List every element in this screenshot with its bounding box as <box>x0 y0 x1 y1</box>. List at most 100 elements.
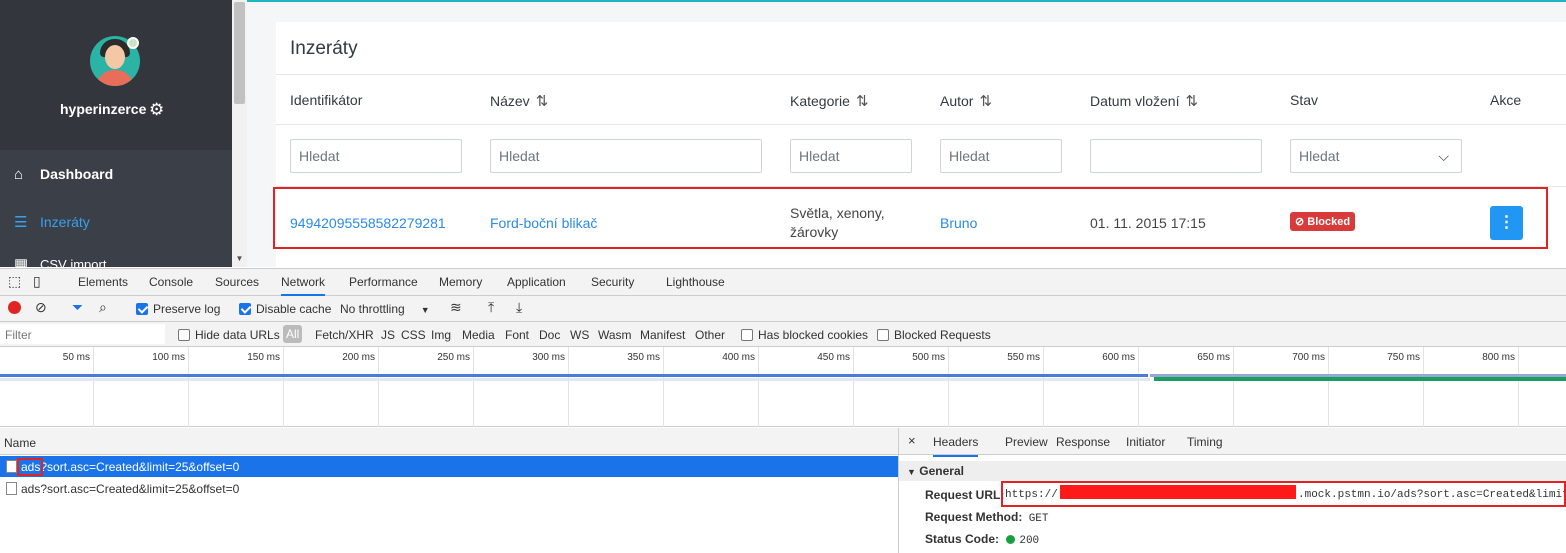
filter-media[interactable]: Media <box>462 328 495 342</box>
close-icon[interactable]: × <box>908 433 916 448</box>
import-har-icon[interactable]: ⤒ <box>488 299 494 316</box>
sort-icon[interactable]: ⇅ <box>1185 93 1198 110</box>
request-name-rest: ?sort.asc=Created&limit=25&offset=0 <box>40 482 240 496</box>
filter-fetch-xhr[interactable]: Fetch/XHR <box>315 328 374 342</box>
requests-name-header[interactable]: Name <box>0 428 898 455</box>
export-har-icon[interactable]: ⤓ <box>516 299 522 316</box>
filter-font[interactable]: Font <box>505 328 529 342</box>
filter-nazev-input[interactable]: Hledat <box>490 139 762 173</box>
general-section-header[interactable]: ▼ General <box>899 461 1566 481</box>
tab-timing[interactable]: Timing <box>1187 435 1223 449</box>
filter-kategorie-input[interactable]: Hledat <box>790 139 912 173</box>
timeline-tick: 750 ms <box>1387 352 1420 363</box>
sort-icon[interactable]: ⇅ <box>979 93 992 110</box>
filter-stav-select[interactable]: Hledat ⌵ <box>1290 139 1462 173</box>
column-header-identifikator: Identifikátor <box>290 92 362 108</box>
tab-memory[interactable]: Memory <box>439 275 482 289</box>
filter-icon[interactable]: ⏷ <box>72 299 83 316</box>
preserve-log-checkbox[interactable]: Preserve log <box>136 302 220 316</box>
sidebar-item-inzeraty[interactable]: ☰ Inzeráty <box>0 202 232 242</box>
sort-icon[interactable]: ⇅ <box>856 93 869 110</box>
column-label: Datum vložení <box>1090 93 1180 109</box>
column-header-datum[interactable]: Datum vložení ⇅ <box>1090 92 1198 110</box>
table-icon: ▦ <box>14 256 29 267</box>
sort-icon[interactable]: ⇅ <box>536 93 549 110</box>
ad-name-link[interactable]: Ford-boční blikač <box>490 215 597 231</box>
timeline-gridline <box>853 347 854 427</box>
device-toolbar-icon[interactable]: ▯ <box>33 273 41 290</box>
checkbox-label: Blocked Requests <box>894 328 991 342</box>
timeline-gridline <box>758 347 759 427</box>
column-header-kategorie[interactable]: Kategorie ⇅ <box>790 92 869 110</box>
ad-author-link[interactable]: Bruno <box>940 215 977 231</box>
filter-doc[interactable]: Doc <box>539 328 560 342</box>
filter-js[interactable]: JS <box>381 328 395 342</box>
tab-security[interactable]: Security <box>591 275 634 289</box>
tab-preview[interactable]: Preview <box>1005 435 1048 449</box>
request-method-row: Request Method: GET <box>925 510 1049 525</box>
ad-id-link[interactable]: 94942095558582279281 <box>290 215 446 231</box>
tab-lighthouse[interactable]: Lighthouse <box>666 275 725 289</box>
filter-manifest[interactable]: Manifest <box>640 328 685 342</box>
page-title: Inzeráty <box>290 38 358 59</box>
request-row-selected[interactable]: ads?sort.asc=Created&limit=25&offset=0 <box>0 456 898 477</box>
filter-identifikator-input[interactable]: Hledat <box>290 139 462 173</box>
highlight-box <box>17 458 43 476</box>
network-conditions-icon[interactable]: ≋ <box>450 299 462 316</box>
checkbox[interactable] <box>178 329 190 341</box>
timeline-tick: 600 ms <box>1102 352 1135 363</box>
status-label: Blocked <box>1307 216 1351 228</box>
request-method-value: GET <box>1028 513 1049 525</box>
gear-icon[interactable]: ⚙ <box>149 101 164 119</box>
search-icon[interactable]: ⌕ <box>99 299 107 316</box>
tab-elements[interactable]: Elements <box>78 275 128 289</box>
tab-application[interactable]: Application <box>507 275 566 289</box>
timeline-gridline <box>378 347 379 427</box>
timeline-tick: 400 ms <box>722 352 755 363</box>
tab-network[interactable]: Network <box>281 275 326 296</box>
scroll-down-arrow-icon[interactable]: ▼ <box>233 252 246 265</box>
filter-autor-input[interactable]: Hledat <box>940 139 1062 173</box>
column-header-autor[interactable]: Autor ⇅ <box>940 92 992 110</box>
sidebar-scrollbar-thumb[interactable] <box>234 2 245 104</box>
disable-cache-checkbox[interactable]: Disable cache <box>239 302 331 316</box>
filter-css[interactable]: CSS <box>401 328 426 342</box>
online-status-icon <box>127 37 139 49</box>
checkbox-checked[interactable] <box>136 303 148 315</box>
filter-wasm[interactable]: Wasm <box>598 328 632 342</box>
tab-console[interactable]: Console <box>149 275 193 289</box>
hide-data-urls-checkbox[interactable]: Hide data URLs <box>178 328 280 342</box>
tab-headers[interactable]: Headers <box>933 435 979 457</box>
sidebar-item-label: Dashboard <box>40 166 114 182</box>
network-overview-timeline[interactable]: 50 ms 100 ms 150 ms 200 ms 250 ms 300 ms… <box>0 347 1566 427</box>
timeline-gridline <box>1233 347 1234 427</box>
tab-performance[interactable]: Performance <box>349 275 418 289</box>
checkbox[interactable] <box>877 329 889 341</box>
tab-sources[interactable]: Sources <box>215 275 259 289</box>
filter-all[interactable]: All <box>283 325 303 343</box>
filter-other[interactable]: Other <box>695 328 725 342</box>
clear-icon[interactable]: ⊘ <box>35 299 47 316</box>
tab-response[interactable]: Response <box>1056 435 1110 449</box>
row-actions-button[interactable]: ⋮ <box>1490 206 1523 240</box>
checkbox-checked[interactable] <box>239 303 251 315</box>
tab-initiator[interactable]: Initiator <box>1126 435 1165 449</box>
blocked-requests-checkbox[interactable]: Blocked Requests <box>877 328 991 342</box>
filter-input[interactable]: Filter <box>0 324 165 344</box>
has-blocked-cookies-checkbox[interactable]: Has blocked cookies <box>741 328 868 342</box>
filter-datum-input[interactable] <box>1090 139 1262 173</box>
column-header-nazev[interactable]: Název ⇅ <box>490 92 548 110</box>
sidebar-item-dashboard[interactable]: ⌂ Dashboard <box>0 154 232 194</box>
checkbox[interactable] <box>741 329 753 341</box>
timeline-tick: 500 ms <box>912 352 945 363</box>
record-icon[interactable] <box>8 301 21 314</box>
filter-ws[interactable]: WS <box>570 328 589 342</box>
throttling-select[interactable]: No throttling ▼ <box>340 302 430 316</box>
inspect-icon[interactable]: ⬚ <box>8 273 21 290</box>
timeline-tick: 350 ms <box>627 352 660 363</box>
timeline-gridline <box>1518 347 1519 427</box>
request-row[interactable]: ads?sort.asc=Created&limit=25&offset=0 <box>0 478 898 499</box>
filter-img[interactable]: Img <box>431 328 451 342</box>
sidebar-item-csv-import[interactable]: ▦ CSV import <box>0 254 232 267</box>
request-file-icon <box>6 460 17 473</box>
